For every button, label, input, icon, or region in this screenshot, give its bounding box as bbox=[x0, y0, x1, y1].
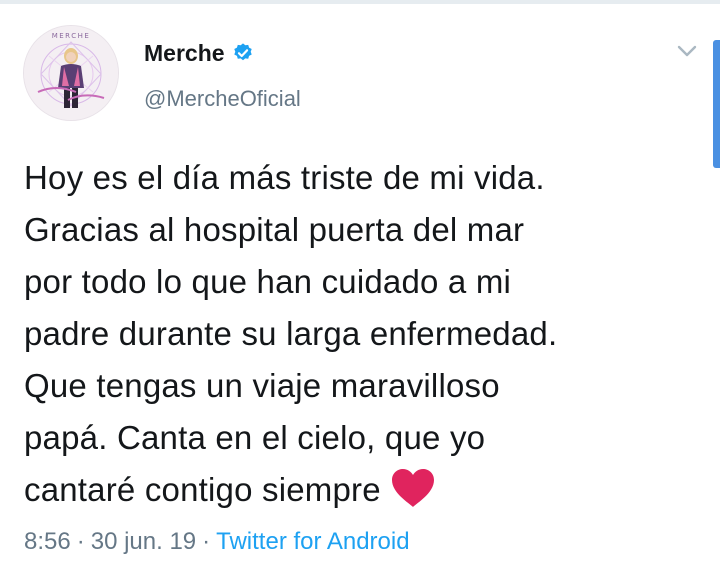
scrollbar[interactable] bbox=[713, 40, 720, 168]
tweet-line: Hoy es el día más triste de mi vida. bbox=[24, 159, 545, 196]
avatar-brand-text: MERCHE bbox=[51, 32, 91, 40]
tweet-line: por todo lo que han cuidado a mi bbox=[24, 263, 512, 300]
verified-badge-icon bbox=[232, 42, 254, 64]
avatar-image bbox=[24, 26, 118, 120]
author-handle[interactable]: @MercheOficial bbox=[144, 86, 301, 112]
tweet-line: Gracias al hospital puerta del mar bbox=[24, 211, 525, 248]
tweet-line: papá. Canta en el cielo, que yo bbox=[24, 419, 486, 456]
author-name-row[interactable]: Merche bbox=[144, 38, 254, 68]
display-name[interactable]: Merche bbox=[144, 40, 225, 67]
red-heart-icon bbox=[389, 467, 437, 509]
tweet-line-last: cantaré contigo siempre bbox=[24, 464, 704, 516]
tweet-line-text: cantaré contigo siempre bbox=[24, 471, 381, 508]
tweet-time[interactable]: 8:56 bbox=[24, 528, 71, 555]
avatar[interactable]: MERCHE bbox=[24, 26, 118, 120]
tweet-line: Que tengas un viaje maravilloso bbox=[24, 367, 500, 404]
tweet-source-link[interactable]: Twitter for Android bbox=[216, 528, 409, 555]
tweet-meta: 8:56 · 30 jun. 19 · Twitter for Android bbox=[24, 528, 410, 556]
chevron-down-icon[interactable] bbox=[672, 40, 702, 62]
top-divider bbox=[0, 0, 720, 4]
meta-separator: · bbox=[202, 528, 211, 555]
tweet-date[interactable]: 30 jun. 19 bbox=[91, 528, 196, 555]
tweet-text: Hoy es el día más triste de mi vida. Gra… bbox=[24, 152, 704, 516]
meta-separator: · bbox=[76, 528, 85, 555]
tweet-line: padre durante su larga enfermedad. bbox=[24, 315, 558, 352]
